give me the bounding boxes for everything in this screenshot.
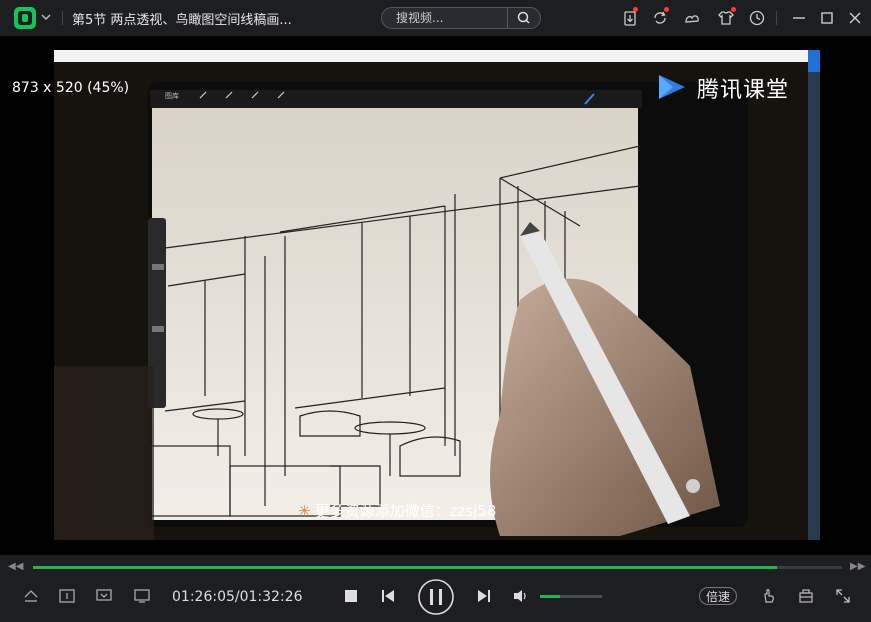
next-icon[interactable]	[476, 588, 492, 604]
cloud-link-icon[interactable]	[683, 9, 701, 27]
watermark-text: ✳ 更多资源添加微信：zzsj58	[298, 502, 497, 520]
pip-icon[interactable]	[133, 588, 151, 604]
previous-icon[interactable]	[380, 588, 396, 604]
search-box[interactable]	[381, 7, 541, 29]
maximize-icon[interactable]	[818, 9, 836, 27]
divider	[62, 11, 63, 25]
asterisk-icon: ✳	[298, 502, 311, 520]
hand-gesture-icon[interactable]	[760, 587, 778, 605]
brand-name: 腾讯课堂	[697, 78, 790, 103]
rewind-small-icon[interactable]: ◀◀	[8, 561, 23, 572]
eject-icon[interactable]	[22, 588, 40, 604]
search-input[interactable]	[396, 10, 506, 26]
resolution-readout: 873 x 520 (45%)	[12, 80, 130, 96]
subtitle-icon[interactable]	[58, 588, 76, 604]
notification-dot	[731, 7, 736, 12]
progress-fill	[33, 566, 778, 569]
divider	[776, 11, 777, 25]
chevron-down-icon[interactable]	[40, 10, 52, 24]
app-logo-icon[interactable]	[14, 7, 36, 29]
search-button[interactable]	[507, 8, 540, 28]
forward-small-icon[interactable]: ▶▶	[850, 561, 865, 572]
speed-button[interactable]: 倍速	[699, 587, 737, 605]
screen-cast-icon[interactable]	[95, 588, 113, 604]
control-bar: ◀◀ ▶▶ 01:26:05/01:32:26 倍速	[0, 555, 871, 622]
fullscreen-icon[interactable]	[834, 587, 852, 605]
notification-dot	[664, 7, 669, 12]
volume-slider[interactable]	[540, 595, 602, 598]
search-icon	[517, 11, 530, 24]
history-clock-icon[interactable]	[748, 9, 766, 27]
title-bar: 第5节 两点透视、鸟瞰图空间线稿画...	[0, 0, 871, 36]
svg-text:图库: 图库	[165, 91, 179, 100]
minimize-icon[interactable]	[790, 9, 808, 27]
volume-fill	[540, 595, 561, 598]
toolbox-icon[interactable]	[797, 587, 815, 605]
video-title: 第5节 两点透视、鸟瞰图空间线稿画...	[72, 13, 292, 28]
close-icon[interactable]	[846, 9, 864, 27]
progress-bar[interactable]	[33, 566, 842, 569]
video-frame-drawing-icon: 图库	[54, 50, 820, 540]
tencent-classroom-play-icon	[659, 75, 685, 99]
notification-dot	[633, 7, 638, 12]
pause-icon[interactable]	[417, 578, 455, 616]
playback-time: 01:26:05/01:32:26	[172, 589, 303, 605]
video-canvas[interactable]: 图库 873 x 520 (45%) 腾讯课堂 ✳ 更多资源添加微信：zzsj58	[0, 36, 871, 555]
stop-icon[interactable]	[343, 588, 359, 604]
volume-icon[interactable]	[512, 588, 530, 604]
